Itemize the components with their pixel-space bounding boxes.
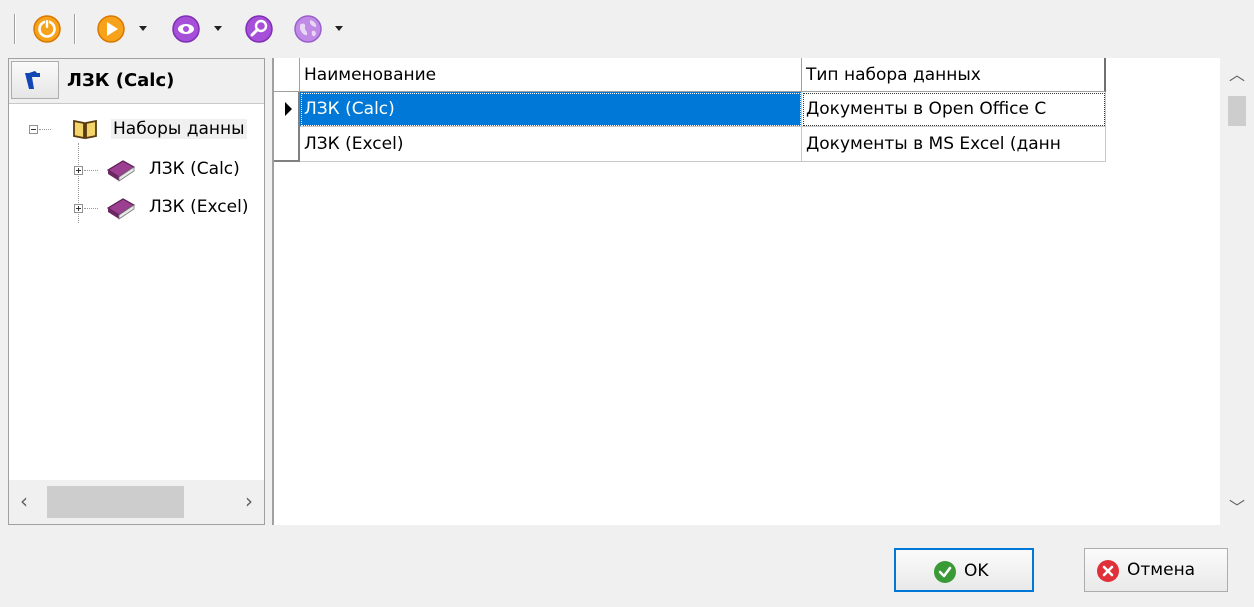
tree-panel: ЛЗК (Calc) Наборы данны ЛЗК (Calc) ЛЗК (… xyxy=(8,58,265,525)
toolbar-separator xyxy=(14,14,16,44)
panel-title: ЛЗК (Calc) xyxy=(67,70,175,91)
tree-panel-header: ЛЗК (Calc) xyxy=(9,59,264,104)
run-dropdown-arrow[interactable] xyxy=(138,24,148,34)
cancel-button[interactable]: Отмена xyxy=(1084,548,1228,592)
scroll-left-icon[interactable]: ‹ xyxy=(11,486,37,518)
close-icon xyxy=(1097,560,1119,582)
tree-node-excel[interactable]: ЛЗК (Excel) xyxy=(9,193,264,223)
search-icon xyxy=(245,15,273,43)
scroll-up-icon[interactable]: ︿ xyxy=(1220,60,1254,90)
column-header-name[interactable]: Наименование xyxy=(300,58,802,92)
tree-node-calc[interactable]: ЛЗК (Calc) xyxy=(9,155,264,185)
data-grid-panel: Наименование Тип набора данных ЛЗК (Calc… xyxy=(272,58,1254,525)
eye-icon xyxy=(172,15,200,43)
book-icon xyxy=(105,155,137,188)
grid-vertical-scrollbar[interactable]: ︿ ﹀ xyxy=(1220,58,1254,525)
back-arrow-icon xyxy=(25,71,40,89)
table-cell-name[interactable]: ЛЗК (Excel) xyxy=(300,127,802,162)
tree-label-root: Наборы данны xyxy=(111,119,247,139)
row-indicator[interactable] xyxy=(274,127,300,162)
table-cell-type[interactable]: Документы в Open Office C xyxy=(802,92,1106,127)
expand-toggle[interactable] xyxy=(74,166,83,175)
refresh-button[interactable] xyxy=(31,13,63,45)
current-row-icon xyxy=(285,102,292,116)
toolbar-separator xyxy=(74,14,76,44)
table-cell-name[interactable]: ЛЗК (Calc) xyxy=(300,92,802,127)
tree-label-calc: ЛЗК (Calc) xyxy=(149,159,240,179)
scrollbar-thumb[interactable] xyxy=(47,486,184,518)
scroll-down-icon[interactable]: ﹀ xyxy=(1220,493,1254,523)
column-header-type[interactable]: Тип набора данных xyxy=(802,58,1106,92)
globe-button[interactable] xyxy=(292,13,324,45)
play-icon xyxy=(97,15,125,43)
tree-label-excel: ЛЗК (Excel) xyxy=(149,197,249,217)
scrollbar-thumb[interactable] xyxy=(1228,96,1246,126)
ok-button[interactable]: OK xyxy=(894,548,1034,592)
tree-connector xyxy=(39,129,51,130)
ok-button-label: OK xyxy=(964,561,989,581)
scroll-right-icon[interactable]: › xyxy=(236,486,262,518)
refresh-icon xyxy=(33,15,61,43)
tree-connector xyxy=(84,170,98,171)
tree-horizontal-scrollbar[interactable]: ‹ › xyxy=(9,480,264,524)
tree-node-root[interactable]: Наборы данны xyxy=(9,115,264,145)
data-sets-tree[interactable]: Наборы данны ЛЗК (Calc) ЛЗК (Excel) xyxy=(9,105,264,481)
tree-connector xyxy=(84,208,98,209)
expand-toggle[interactable] xyxy=(74,204,83,213)
table-cell-type[interactable]: Документы в MS Excel (данн xyxy=(802,127,1106,162)
globe-dropdown-arrow[interactable] xyxy=(334,24,344,34)
row-indicator[interactable] xyxy=(274,92,300,127)
cancel-button-label: Отмена xyxy=(1127,560,1196,580)
toolbar xyxy=(0,0,1254,56)
book-icon xyxy=(105,193,137,226)
open-book-icon xyxy=(71,115,99,148)
check-icon xyxy=(934,561,956,583)
collapse-toggle[interactable] xyxy=(29,125,38,134)
run-button[interactable] xyxy=(95,13,127,45)
row-indicator-header xyxy=(274,58,300,92)
search-button[interactable] xyxy=(243,13,275,45)
back-button[interactable] xyxy=(11,61,59,99)
view-dropdown-arrow[interactable] xyxy=(213,24,223,34)
view-button[interactable] xyxy=(170,13,202,45)
globe-icon xyxy=(294,15,322,43)
